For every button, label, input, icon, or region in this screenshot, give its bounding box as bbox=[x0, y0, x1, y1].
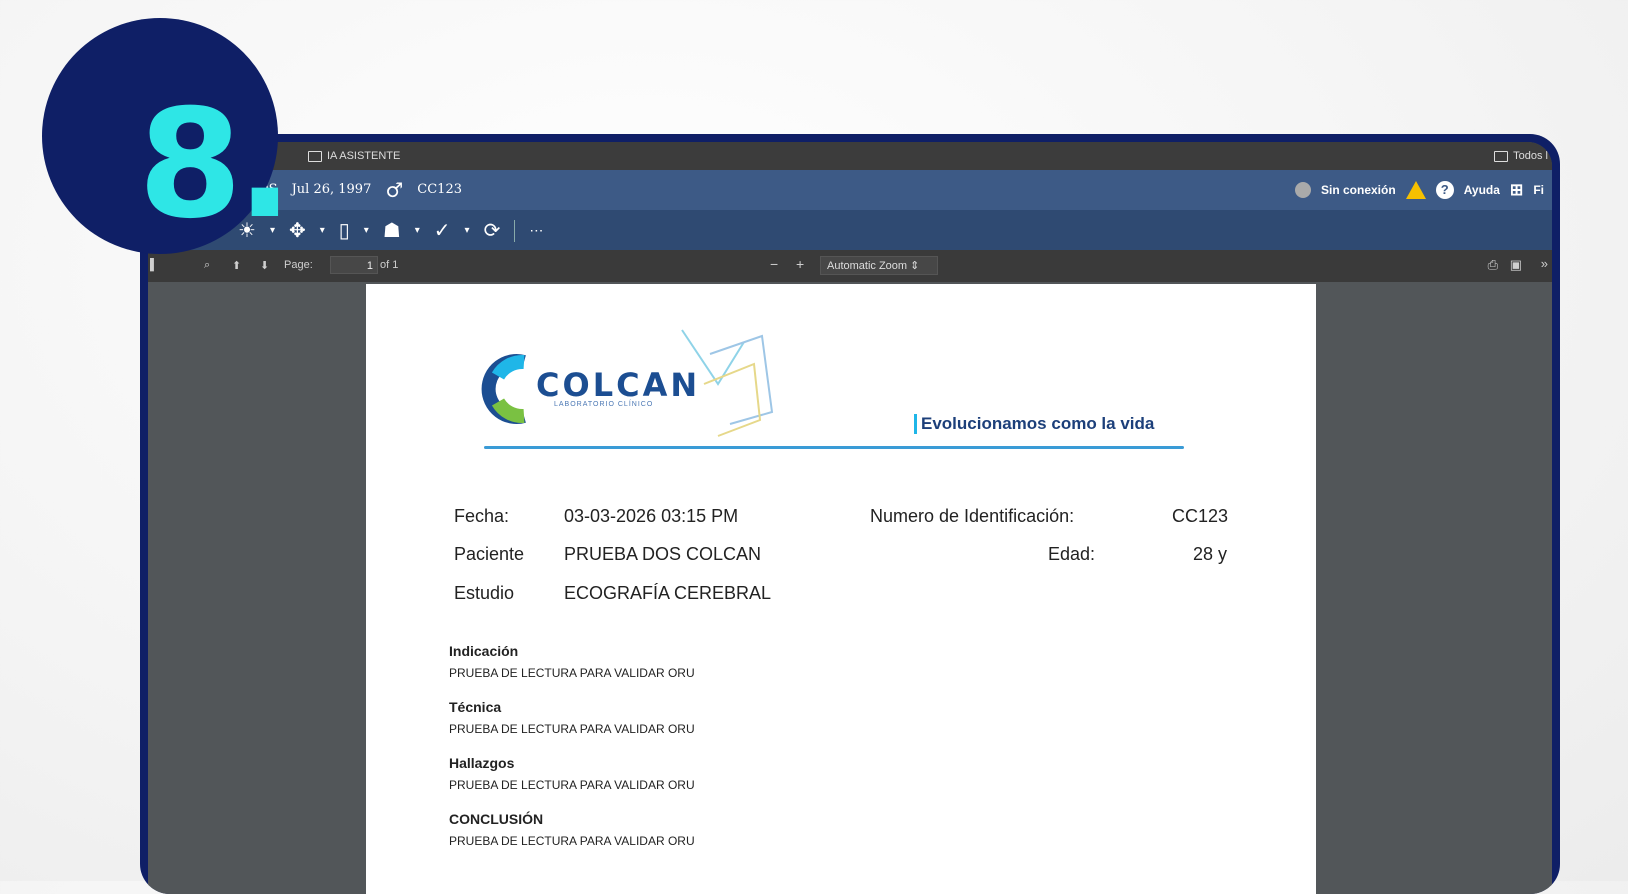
header-extra[interactable]: Fi bbox=[1533, 183, 1544, 197]
folder-icon bbox=[1494, 150, 1509, 162]
section-heading: CONCLUSIÓN bbox=[449, 811, 544, 827]
connection-status: Sin conexión bbox=[1321, 183, 1396, 197]
pdf-page: COLCAN LABORATORIO CLÍNICO Evolucionamos… bbox=[366, 284, 1316, 894]
bookmark-label: IA ASISTENTE bbox=[327, 150, 401, 162]
step-number: 8. bbox=[138, 78, 293, 252]
birth-date: Jul 26, 1997 bbox=[291, 182, 372, 197]
check-icon[interactable]: ✓ bbox=[434, 218, 451, 243]
zoom-select[interactable]: Automatic Zoom ⇕ bbox=[820, 256, 938, 275]
paciente-value: PRUEBA DOS COLCAN bbox=[564, 544, 762, 564]
section-heading: Hallazgos bbox=[449, 755, 515, 771]
bookmark-label: Todos l bbox=[1513, 150, 1548, 162]
zoom-value: Automatic Zoom bbox=[827, 260, 908, 272]
pdf-toolbar: ▌ ⌕ ⬆ ⬇ Page: 1 of 1 − + Automatic Zoom … bbox=[148, 250, 1552, 282]
zoom-in-button[interactable]: + bbox=[796, 256, 804, 272]
sync-icon[interactable]: ⟳ bbox=[484, 218, 501, 243]
estudio-label: Estudio bbox=[454, 583, 515, 603]
zoom-out-button[interactable]: − bbox=[770, 256, 778, 272]
more-icon[interactable]: ⋯ bbox=[529, 222, 543, 239]
step-badge: 8. bbox=[42, 18, 293, 254]
warning-icon[interactable] bbox=[1405, 181, 1426, 199]
page-total: of 1 bbox=[380, 259, 399, 271]
paciente-label: Paciente bbox=[454, 544, 525, 564]
screen: onal IA ASISTENTE Todos l OS Jul 26, 199… bbox=[148, 142, 1552, 894]
anatomy-icon[interactable]: ☗ bbox=[383, 218, 401, 243]
bookmarks-bar: onal IA ASISTENTE Todos l bbox=[148, 142, 1552, 170]
chevron-down-icon[interactable]: ▾ bbox=[364, 225, 369, 236]
laptop-frame: onal IA ASISTENTE Todos l OS Jul 26, 199… bbox=[140, 134, 1560, 894]
connection-status-icon bbox=[1295, 182, 1311, 198]
section-heading: Técnica bbox=[449, 699, 502, 715]
grid-icon[interactable]: ⊞ bbox=[1510, 180, 1523, 200]
print-icon[interactable]: ⎙ bbox=[1488, 257, 1498, 273]
chevron-down-icon[interactable]: ▾ bbox=[465, 225, 470, 236]
viewer-toolbar: ☀ ▾ ✥ ▾ ▯ ▾ ☗ ▾ ✓ ▾ ⟳ ⋯ bbox=[148, 210, 1552, 250]
logo-wordmark: COLCAN bbox=[536, 366, 701, 404]
fecha-value: 03-03-2026 03:15 PM bbox=[564, 506, 739, 526]
chevron-down-icon[interactable]: ▾ bbox=[415, 225, 420, 236]
logo-subtext: LABORATORIO CLÍNICO bbox=[554, 401, 654, 408]
search-icon[interactable]: ⌕ bbox=[204, 259, 210, 272]
previous-page-icon[interactable]: ⬆ bbox=[232, 259, 241, 272]
patient-id: CC123 bbox=[417, 182, 462, 197]
layout-icon[interactable]: ▯ bbox=[339, 218, 350, 243]
estudio-value: ECOGRAFÍA CEREBRAL bbox=[564, 583, 772, 603]
section-text: PRUEBA DE LECTURA PARA VALIDAR ORU bbox=[449, 834, 695, 848]
bookmark-all[interactable]: Todos l bbox=[1494, 150, 1548, 162]
tagline: Evolucionamos como la vida bbox=[914, 414, 1154, 434]
section-text: PRUEBA DE LECTURA PARA VALIDAR ORU bbox=[449, 722, 695, 736]
help-icon[interactable]: ? bbox=[1435, 181, 1454, 199]
section-text: PRUEBA DE LECTURA PARA VALIDAR ORU bbox=[449, 778, 695, 792]
header-divider bbox=[484, 446, 1184, 449]
sidebar-toggle-icon[interactable]: ▌ bbox=[150, 259, 158, 271]
male-icon: ♂ bbox=[385, 177, 404, 202]
page-label: Page: bbox=[284, 259, 313, 271]
section-text: PRUEBA DE LECTURA PARA VALIDAR ORU bbox=[449, 666, 695, 680]
section-heading: Indicación bbox=[449, 643, 519, 659]
page-number-input[interactable]: 1 bbox=[330, 256, 378, 274]
toolbar-separator bbox=[514, 219, 516, 242]
edad-label: Edad: bbox=[1048, 544, 1096, 564]
patient-header: OS Jul 26, 1997 ♂ CC123 Sin conexión ? A… bbox=[148, 170, 1552, 210]
id-value: CC123 bbox=[1172, 506, 1229, 526]
download-icon[interactable]: ▣ bbox=[1510, 257, 1522, 273]
id-label: Numero de Identificación: bbox=[870, 506, 1075, 526]
fecha-label: Fecha: bbox=[454, 506, 510, 526]
chevron-down-icon[interactable]: ▾ bbox=[320, 225, 325, 236]
folder-icon bbox=[308, 150, 322, 162]
bookmark-ia-asistente[interactable]: IA ASISTENTE bbox=[308, 150, 400, 162]
next-page-icon[interactable]: ⬇ bbox=[260, 259, 269, 272]
pan-tool-icon[interactable]: ✥ bbox=[289, 218, 306, 243]
edad-value: 28 y bbox=[1193, 544, 1228, 564]
help-button[interactable]: Ayuda bbox=[1464, 183, 1500, 197]
more-tools-icon[interactable]: » bbox=[1541, 256, 1548, 271]
